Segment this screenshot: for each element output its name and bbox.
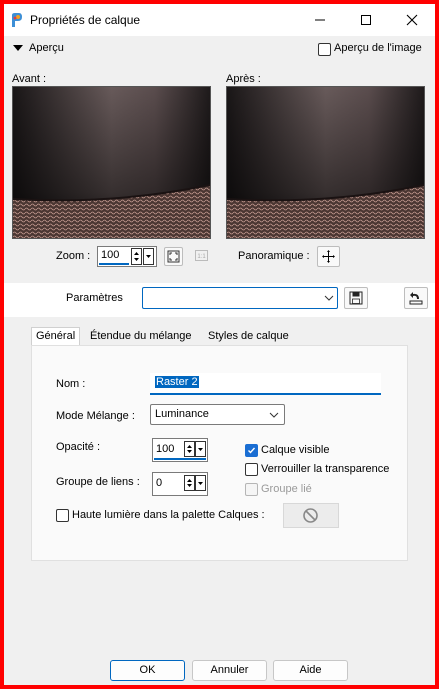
checkmark-icon	[248, 447, 256, 454]
tab-etendue[interactable]: Étendue du mélange	[86, 328, 196, 345]
save-preset-button[interactable]	[344, 287, 368, 309]
name-value: Raster 2	[155, 376, 199, 388]
svg-text:1:1: 1:1	[197, 254, 206, 260]
reset-icon	[409, 292, 423, 305]
blend-mode-value: Luminance	[155, 408, 209, 420]
opacity-dropdown-arrow[interactable]	[195, 441, 206, 457]
title-bar: Propriétés de calque	[4, 4, 435, 36]
zoom-spinner[interactable]: 100	[97, 246, 157, 267]
cancel-button-label: Annuler	[210, 664, 249, 676]
link-group-spinner[interactable]: 0	[152, 472, 208, 496]
tab-strip: Général Étendue du mélange Styles de cal…	[31, 327, 406, 347]
preview-section-header: Aperçu Aperçu de l'image	[4, 38, 435, 60]
linked-group-label: Groupe lié	[261, 483, 312, 495]
zoom-label: Zoom :	[56, 250, 91, 262]
close-button[interactable]	[389, 4, 435, 36]
collapse-triangle-icon[interactable]	[13, 45, 23, 51]
name-label: Nom :	[56, 378, 86, 390]
zoom-actual-size-button[interactable]: 1:1	[193, 247, 210, 264]
app-icon	[10, 12, 24, 28]
help-button-label: Aide	[299, 664, 322, 676]
save-icon	[349, 291, 363, 305]
pan-button[interactable]	[317, 246, 340, 267]
tab-styles[interactable]: Styles de calque	[204, 328, 293, 345]
close-icon	[406, 14, 418, 26]
link-group-label: Groupe de liens :	[56, 476, 140, 488]
cancel-button[interactable]: Annuler	[192, 660, 267, 681]
fit-view-icon	[167, 250, 180, 263]
maximize-button[interactable]	[343, 4, 389, 36]
reset-button[interactable]	[404, 287, 428, 309]
before-label: Avant :	[12, 73, 47, 85]
visible-label: Calque visible	[261, 444, 330, 456]
help-button[interactable]: Aide	[273, 660, 348, 681]
blend-mode-select[interactable]: Luminance	[150, 404, 285, 425]
ok-button-label: OK	[139, 664, 156, 676]
highlight-label: Haute lumière dans la palette Calques :	[72, 509, 265, 521]
ok-button[interactable]: OK	[110, 660, 185, 681]
opacity-underline	[154, 458, 206, 460]
zoom-fit-button[interactable]	[164, 247, 183, 266]
general-panel: Nom : Raster 2 Mode Mélange : Luminance …	[31, 345, 408, 561]
before-preview-image	[12, 86, 211, 239]
after-label: Après :	[226, 73, 261, 85]
visible-checkbox[interactable]	[245, 444, 258, 457]
lock-transparency-label: Verrouiller la transparence	[261, 463, 390, 475]
no-color-icon	[303, 508, 318, 523]
zoom-up-down-arrows[interactable]	[131, 248, 142, 265]
window-title: Propriétés de calque	[30, 13, 141, 27]
highlight-color-swatch[interactable]	[283, 503, 339, 528]
move-cross-icon	[322, 250, 335, 263]
zoom-underline	[99, 263, 129, 265]
chevron-down-icon	[269, 412, 279, 418]
preview-section-label: Aperçu	[29, 42, 64, 54]
link-group-dropdown-arrow[interactable]	[195, 475, 206, 491]
apercu-image-label: Aperçu de l'image	[334, 42, 422, 54]
zoom-dropdown-arrow[interactable]	[143, 248, 154, 265]
name-input[interactable]: Raster 2	[150, 373, 381, 395]
tab-general-label: Général	[36, 330, 76, 342]
parameters-label: Paramètres	[66, 292, 123, 304]
layer-properties-dialog: Propriétés de calque Aperçu Aperçu de l'…	[4, 4, 435, 685]
opacity-up-down-arrows[interactable]	[184, 441, 195, 457]
minimize-button[interactable]	[297, 4, 343, 36]
parameters-combo[interactable]	[142, 287, 338, 309]
tab-styles-label: Styles de calque	[208, 330, 289, 342]
chevron-down-icon	[324, 295, 334, 301]
minimize-icon	[315, 19, 325, 21]
opacity-value: 100	[156, 443, 175, 455]
tab-etendue-label: Étendue du mélange	[90, 330, 192, 342]
maximize-icon	[361, 15, 371, 25]
linked-group-checkbox	[245, 483, 258, 496]
actual-size-icon: 1:1	[195, 250, 208, 261]
link-group-value: 0	[156, 477, 163, 489]
blend-mode-label: Mode Mélange :	[56, 410, 135, 422]
after-preview-image	[226, 86, 425, 239]
lock-transparency-checkbox[interactable]	[245, 463, 258, 476]
zoom-value: 100	[101, 249, 120, 261]
link-group-up-down-arrows[interactable]	[184, 475, 195, 491]
highlight-checkbox[interactable]	[56, 509, 69, 522]
tab-general[interactable]: Général	[31, 327, 81, 347]
opacity-label: Opacité :	[56, 441, 101, 453]
opacity-spinner[interactable]: 100	[152, 438, 208, 462]
apercu-image-checkbox[interactable]	[318, 43, 331, 56]
pan-label: Panoramique :	[238, 250, 310, 262]
